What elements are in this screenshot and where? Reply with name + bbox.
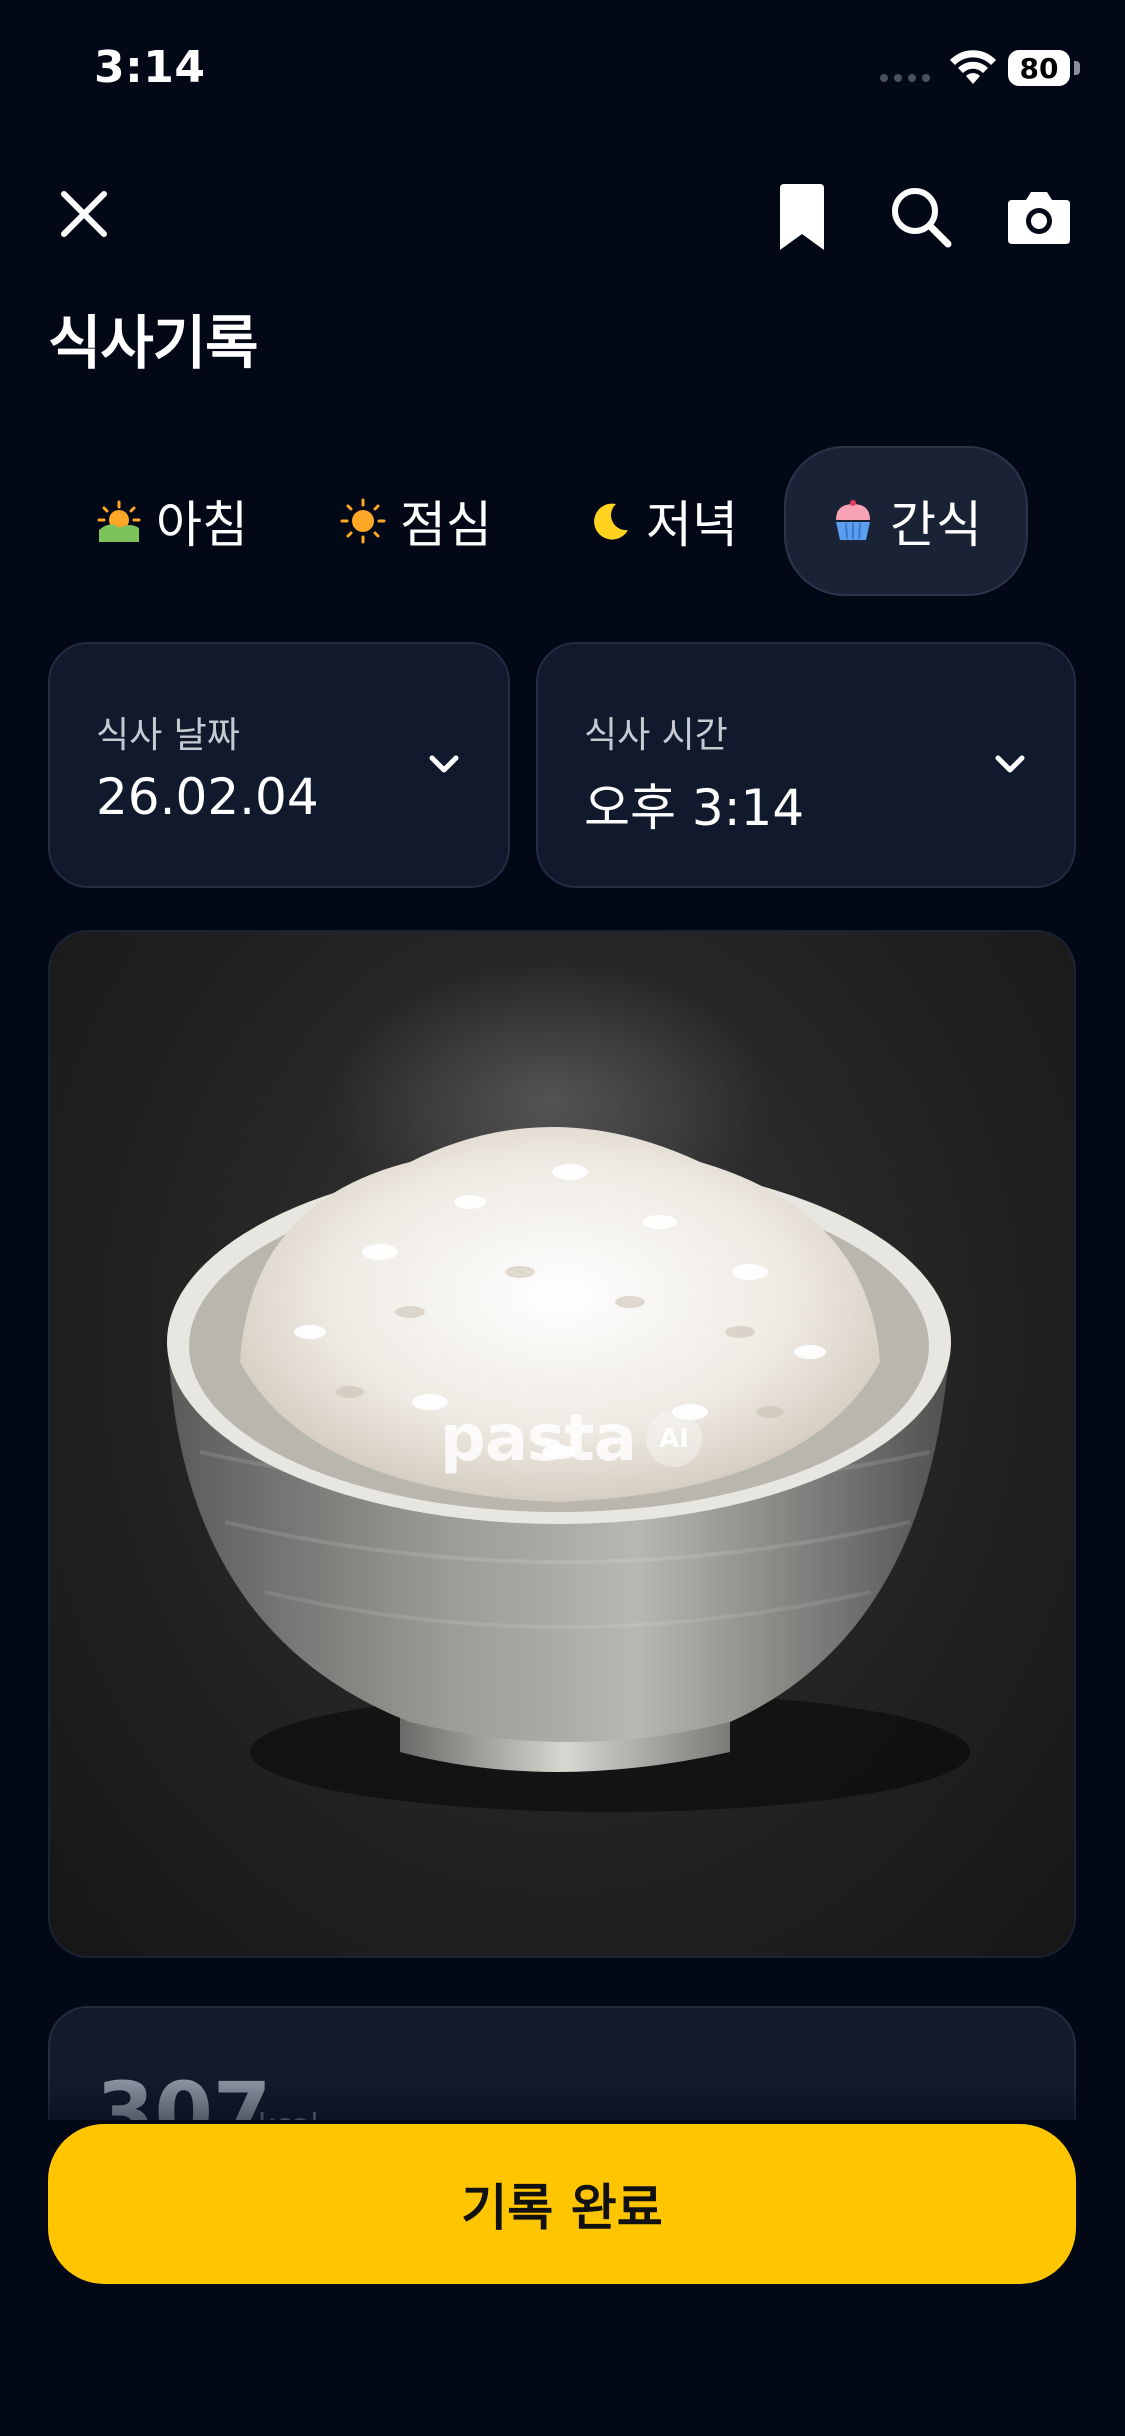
meal-date-value: 26.02.04 xyxy=(96,768,319,826)
bookmark-icon[interactable] xyxy=(770,182,834,254)
sun-icon xyxy=(340,498,386,544)
tab-snack[interactable]: 간식 xyxy=(784,446,1028,596)
wifi-icon xyxy=(950,50,996,84)
tab-label: 점심 xyxy=(400,496,492,554)
food-photo[interactable]: pasta AI xyxy=(48,930,1076,1958)
cellular-signal-icon xyxy=(880,74,930,82)
status-time: 3:14 xyxy=(94,42,206,93)
meal-time-value: 오후 3:14 xyxy=(584,779,805,837)
moon-icon xyxy=(594,503,628,540)
status-bar: 3:14 80 xyxy=(0,0,1125,140)
meal-date-picker[interactable]: 식사 날짜 26.02.04 xyxy=(48,642,510,888)
tab-label: 아침 xyxy=(156,496,248,554)
chevron-down-icon xyxy=(429,755,459,773)
tab-label: 저녁 xyxy=(646,496,738,554)
watermark-text: pasta xyxy=(440,1402,637,1476)
watermark: pasta AI xyxy=(440,1402,702,1476)
tab-breakfast[interactable]: 아침 xyxy=(96,446,248,596)
cupcake-icon xyxy=(836,500,870,540)
search-icon[interactable] xyxy=(888,184,954,250)
battery-icon: 80 xyxy=(1008,50,1070,86)
submit-record-button[interactable]: 기록 완료 xyxy=(48,2124,1076,2284)
camera-icon[interactable] xyxy=(1004,184,1074,248)
meal-time-picker[interactable]: 식사 시간 오후 3:14 xyxy=(536,642,1076,888)
meal-time-label: 식사 시간 xyxy=(584,715,728,756)
tab-lunch[interactable]: 점심 xyxy=(340,446,492,596)
tab-dinner[interactable]: 저녁 xyxy=(586,446,738,596)
page-title: 식사기록 xyxy=(48,309,258,377)
sunrise-icon xyxy=(97,500,141,542)
tab-label: 간식 xyxy=(890,496,982,554)
meal-type-tabs: 아침 점심 저녁 간식 xyxy=(66,446,1066,596)
ai-badge: AI xyxy=(645,1411,702,1467)
chevron-down-icon xyxy=(995,755,1025,773)
meal-date-label: 식사 날짜 xyxy=(96,715,240,756)
close-icon[interactable] xyxy=(52,182,116,246)
battery-cap xyxy=(1074,61,1080,75)
